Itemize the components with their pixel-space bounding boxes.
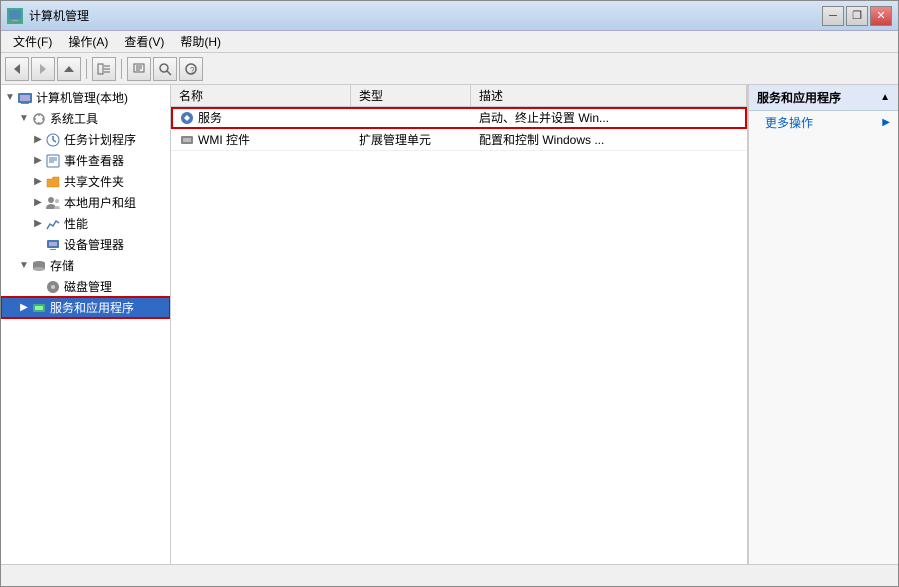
cell-wmi-type: 扩展管理单元	[359, 131, 431, 148]
expand-storage[interactable]: ▼	[17, 259, 31, 273]
icon-device	[45, 237, 61, 253]
menu-file[interactable]: 文件(F)	[5, 31, 60, 52]
tree-item-shared[interactable]: ▶ 共享文件夹	[1, 171, 170, 192]
tree-label-root: 计算机管理(本地)	[36, 89, 128, 106]
tree-item-performance[interactable]: ▶ 性能	[1, 213, 170, 234]
icon-storage	[31, 258, 47, 274]
up-button[interactable]	[57, 57, 81, 81]
menu-bar: 文件(F) 操作(A) 查看(V) 帮助(H)	[1, 31, 898, 53]
list-row-services[interactable]: 服务 启动、终止并设置 Win...	[171, 107, 747, 129]
actions-more-arrow-icon: ▶	[882, 117, 890, 128]
expand-system-tools[interactable]: ▼	[17, 112, 31, 126]
window-icon	[7, 8, 23, 24]
expand-perf[interactable]: ▶	[31, 217, 45, 231]
menu-view[interactable]: 查看(V)	[116, 31, 172, 52]
cell-service-name: 服务	[198, 109, 222, 126]
title-bar: 计算机管理 ─ ❐ ✕	[1, 1, 898, 31]
show-tree-button[interactable]	[92, 57, 116, 81]
back-button[interactable]	[5, 57, 29, 81]
actions-title: 服务和应用程序	[757, 89, 841, 106]
icon-service-row	[179, 110, 195, 126]
expand-root[interactable]: ▼	[3, 91, 17, 105]
tree-label-shared: 共享文件夹	[64, 173, 124, 190]
tree-label-services-apps: 服务和应用程序	[50, 299, 134, 316]
expand-disk[interactable]	[31, 280, 45, 294]
cell-wmi-name: WMI 控件	[198, 131, 250, 148]
col-header-type[interactable]: 类型	[351, 85, 471, 106]
tree-item-local-users[interactable]: ▶ 本地用户和组	[1, 192, 170, 213]
cell-wmi-desc: 配置和控制 Windows ...	[479, 131, 604, 148]
tree-label-users: 本地用户和组	[64, 194, 136, 211]
icon-root	[17, 90, 33, 106]
expand-users[interactable]: ▶	[31, 196, 45, 210]
expand-shared[interactable]: ▶	[31, 175, 45, 189]
icon-disk	[45, 279, 61, 295]
tree-label-disk: 磁盘管理	[64, 278, 112, 295]
toolbar-btn-5[interactable]: ?	[179, 57, 203, 81]
menu-help[interactable]: 帮助(H)	[172, 31, 229, 52]
expand-services[interactable]: ▶	[17, 301, 31, 315]
title-buttons: ─ ❐ ✕	[822, 6, 892, 26]
tree-label-task: 任务计划程序	[64, 131, 136, 148]
list-row-wmi[interactable]: WMI 控件 扩展管理单元 配置和控制 Windows ...	[171, 129, 747, 151]
svg-text:?: ?	[190, 66, 195, 75]
cell-service-desc: 启动、终止并设置 Win...	[479, 109, 609, 126]
tree-item-root[interactable]: ▼ 计算机管理(本地)	[1, 87, 170, 108]
toolbar-btn-3[interactable]	[127, 57, 151, 81]
expand-event[interactable]: ▶	[31, 154, 45, 168]
tree-item-system-tools[interactable]: ▼ 系统工具	[1, 108, 170, 129]
icon-shared	[45, 174, 61, 190]
restore-button[interactable]: ❐	[846, 6, 868, 26]
toolbar-btn-4[interactable]	[153, 57, 177, 81]
icon-users	[45, 195, 61, 211]
icon-services-apps	[31, 300, 47, 316]
icon-task	[45, 132, 61, 148]
actions-panel: 服务和应用程序 ▲ 更多操作 ▶	[748, 85, 898, 564]
list-panel: 名称 类型 描述 服务	[171, 85, 748, 564]
tree-label-device: 设备管理器	[64, 236, 124, 253]
expand-task[interactable]: ▶	[31, 133, 45, 147]
toolbar-sep-1	[86, 59, 87, 79]
main-window: 计算机管理 ─ ❐ ✕ 文件(F) 操作(A) 查看(V) 帮助(H)	[0, 0, 899, 587]
minimize-button[interactable]: ─	[822, 6, 844, 26]
icon-performance	[45, 216, 61, 232]
actions-header: 服务和应用程序 ▲	[749, 85, 898, 111]
icon-system-tools	[31, 111, 47, 127]
tree-item-storage[interactable]: ▼ 存储	[1, 255, 170, 276]
tree-label-system-tools: 系统工具	[50, 110, 98, 127]
tree-item-services-apps[interactable]: ▶ 服务和应用程序	[1, 297, 170, 318]
tree-item-event-viewer[interactable]: ▶ 事件查看器	[1, 150, 170, 171]
status-bar	[1, 564, 898, 586]
forward-button[interactable]	[31, 57, 55, 81]
tree-item-task-scheduler[interactable]: ▶ 任务计划程序	[1, 129, 170, 150]
actions-more-label: 更多操作	[765, 114, 813, 131]
tree-item-disk[interactable]: 磁盘管理	[1, 276, 170, 297]
tree-label-perf: 性能	[64, 215, 88, 232]
toolbar: ?	[1, 53, 898, 85]
icon-event	[45, 153, 61, 169]
col-header-name[interactable]: 名称	[171, 85, 351, 106]
list-header: 名称 类型 描述	[171, 85, 747, 107]
tree-label-event: 事件查看器	[64, 152, 124, 169]
window-title: 计算机管理	[29, 7, 89, 24]
tree-panel: ▼ 计算机管理(本地) ▼	[1, 85, 171, 564]
title-bar-left: 计算机管理	[7, 7, 89, 24]
actions-more[interactable]: 更多操作 ▶	[749, 111, 898, 134]
menu-action[interactable]: 操作(A)	[60, 31, 116, 52]
actions-arrow-icon: ▲	[880, 92, 890, 103]
tree-label-storage: 存储	[50, 257, 74, 274]
close-button[interactable]: ✕	[870, 6, 892, 26]
col-header-desc[interactable]: 描述	[471, 85, 747, 106]
main-content: ▼ 计算机管理(本地) ▼	[1, 85, 898, 564]
toolbar-sep-2	[121, 59, 122, 79]
tree-item-device[interactable]: 设备管理器	[1, 234, 170, 255]
icon-wmi-row	[179, 132, 195, 148]
expand-device[interactable]	[31, 238, 45, 252]
